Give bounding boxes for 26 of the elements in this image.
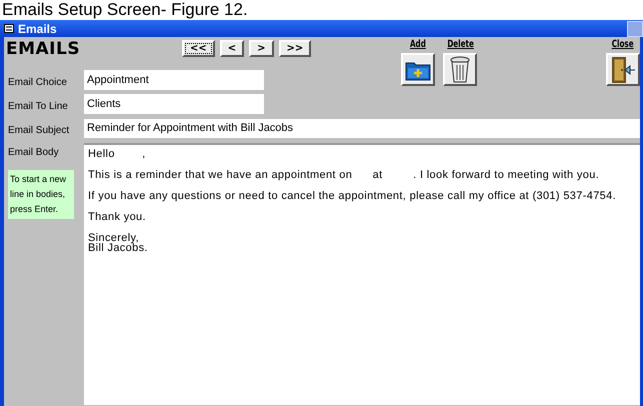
- field-label: Email To Line: [7, 100, 69, 114]
- form-title: EMAILS: [5, 39, 82, 59]
- hint-note: To start a new line in bodies, press Enter.: [8, 170, 74, 219]
- form-icon: [4, 24, 14, 33]
- field-label: Email Subject: [7, 124, 70, 138]
- figure-caption: Emails Setup Screen- Figure 12.: [1, 0, 249, 20]
- door-arrow-icon: [610, 56, 636, 84]
- input-field[interactable]: Appointment: [84, 70, 264, 90]
- delete-button[interactable]: [443, 53, 478, 86]
- input-field[interactable]: Reminder for Appointment with Bill Jacobs: [84, 118, 640, 138]
- add-button[interactable]: [401, 53, 436, 86]
- body-field[interactable]: Hello , This is a reminder that we have an appointment on at . I look forward to meeting with you. If you have any questions or need to cancel the appointment, please call my office at (301) 537-4754. Thank you. Sincerely, Bill Jacobs.: [84, 142, 640, 405]
- record-nav-button[interactable]: >>: [278, 40, 312, 57]
- record-nav-button[interactable]: >: [249, 40, 274, 57]
- record-nav-button[interactable]: <: [220, 40, 244, 57]
- button-label: Delete: [447, 39, 474, 51]
- button-label: Close: [612, 39, 634, 51]
- close-window-button[interactable]: [627, 20, 643, 36]
- window-title: Emails: [18, 22, 57, 36]
- input-field[interactable]: Clients: [84, 94, 264, 114]
- field-label: Email Body: [7, 146, 60, 160]
- button-label: Add: [410, 39, 426, 51]
- close-button[interactable]: [606, 53, 640, 86]
- trash-can-icon: [449, 56, 472, 84]
- record-nav-button[interactable]: <<: [182, 40, 215, 57]
- field-label: Email Choice: [7, 76, 68, 90]
